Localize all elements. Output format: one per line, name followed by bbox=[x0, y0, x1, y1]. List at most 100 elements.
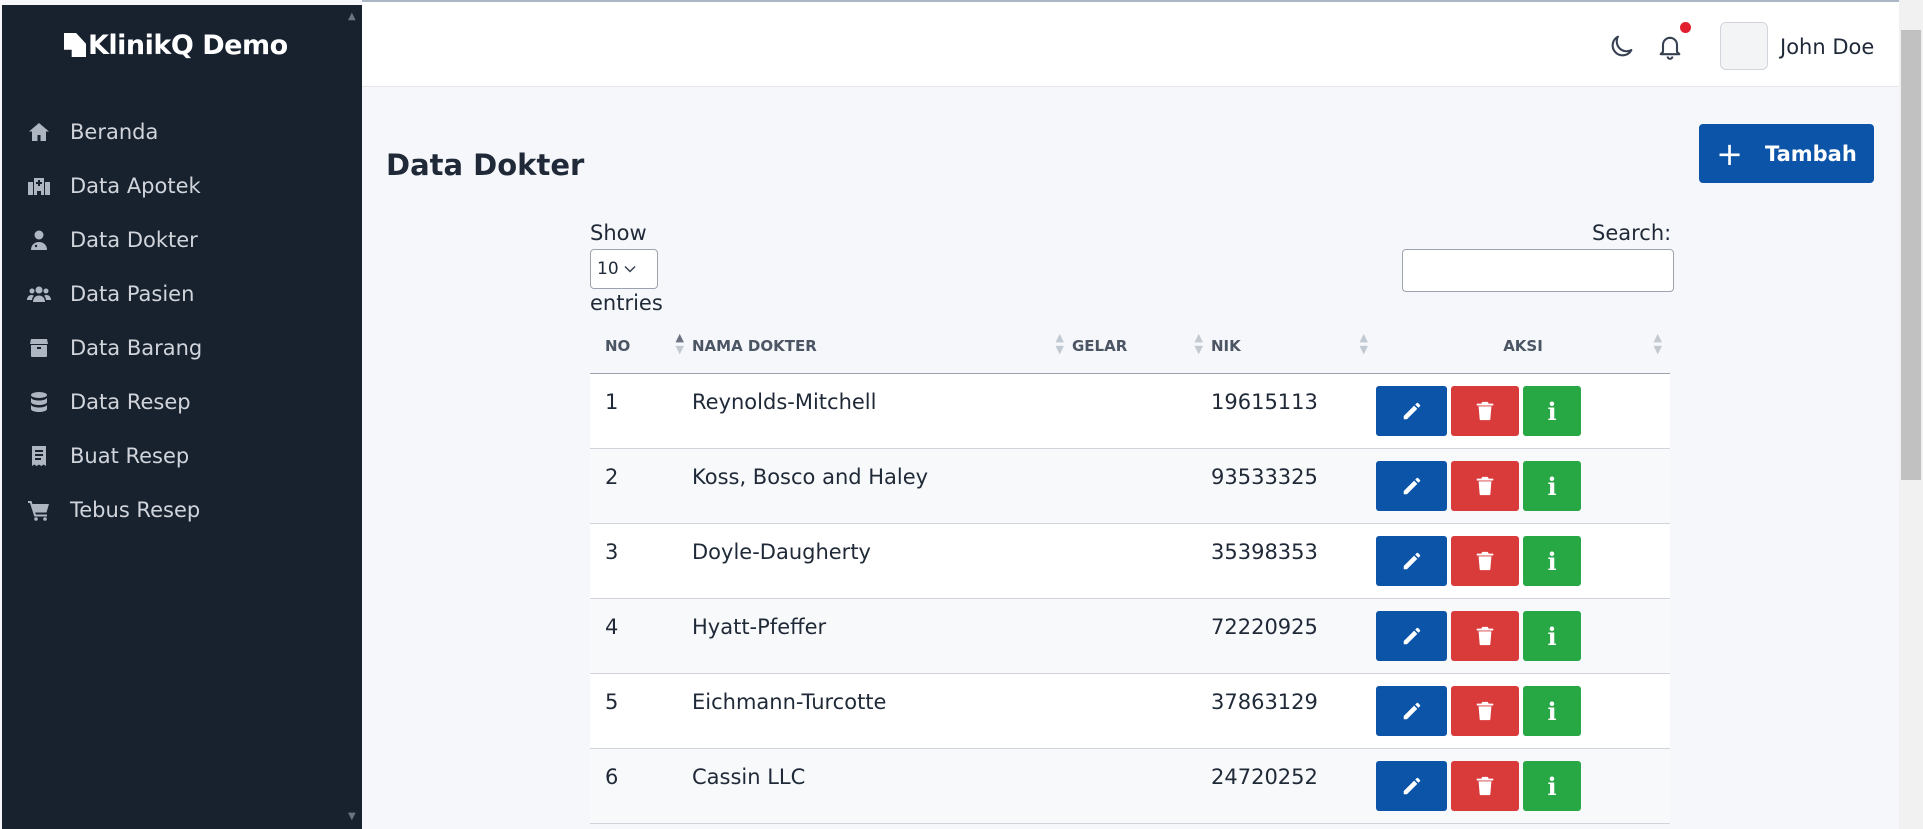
sidebar-item-label: Data Dokter bbox=[70, 228, 198, 252]
pencil-icon bbox=[1403, 702, 1420, 720]
info-icon: i bbox=[1547, 621, 1557, 651]
pencil-icon bbox=[1403, 552, 1420, 570]
info-icon: i bbox=[1547, 396, 1557, 426]
trash-icon bbox=[1476, 476, 1494, 496]
info-button[interactable]: i bbox=[1523, 761, 1581, 811]
delete-button[interactable] bbox=[1451, 686, 1519, 736]
dark-mode-toggle-moon-icon[interactable] bbox=[1608, 32, 1636, 60]
entries-select[interactable]: 10 bbox=[590, 249, 658, 289]
table-row: 5 Eichmann-Turcotte 37863129 i bbox=[590, 674, 1670, 749]
sidebar-item-data-barang[interactable]: Data Barang bbox=[2, 321, 362, 375]
info-icon: i bbox=[1547, 471, 1557, 501]
sidebar-item-buat-resep[interactable]: Buat Resep bbox=[2, 429, 362, 483]
row-actions: i bbox=[1376, 461, 1585, 511]
cell-aksi: i bbox=[1376, 449, 1670, 523]
doctors-table: NO ▲ ▼ NAMA DOKTER ▲ ▼ GELAR ▲ ▼ NIK ▲ ▼ AKS… bbox=[590, 318, 1670, 824]
sidebar-item-data-dokter[interactable]: Data Dokter bbox=[2, 213, 362, 267]
delete-button[interactable] bbox=[1451, 386, 1519, 436]
cell-nik: 35398353 bbox=[1211, 540, 1318, 564]
info-button[interactable]: i bbox=[1523, 386, 1581, 436]
search-input[interactable] bbox=[1402, 249, 1674, 292]
search-label: Search: bbox=[1592, 221, 1672, 245]
cell-aksi: i bbox=[1376, 374, 1670, 448]
cell-aksi: i bbox=[1376, 524, 1670, 598]
edit-button[interactable] bbox=[1376, 461, 1447, 511]
edit-button[interactable] bbox=[1376, 761, 1447, 811]
pencil-icon bbox=[1403, 627, 1420, 645]
delete-button[interactable] bbox=[1451, 536, 1519, 586]
sidebar-item-data-resep[interactable]: Data Resep bbox=[2, 375, 362, 429]
cell-gelar bbox=[1072, 449, 1211, 523]
cell-nama-dokter: Eichmann-Turcotte bbox=[692, 690, 887, 714]
row-actions: i bbox=[1376, 536, 1585, 586]
page-scrollbar-thumb[interactable] bbox=[1901, 30, 1921, 480]
column-header-gelar[interactable]: GELAR ▲ ▼ bbox=[1072, 318, 1211, 374]
column-header-nik[interactable]: NIK ▲ ▼ bbox=[1211, 318, 1376, 374]
sidebar: KlinikQ Demo ▲ ▼ Beranda Data Apotek Dat… bbox=[2, 5, 362, 829]
add-button[interactable]: + Tambah bbox=[1699, 124, 1874, 183]
sidebar-item-data-pasien[interactable]: Data Pasien bbox=[2, 267, 362, 321]
edit-button[interactable] bbox=[1376, 386, 1447, 436]
cell-gelar bbox=[1072, 524, 1211, 598]
trash-icon bbox=[1476, 401, 1494, 421]
receipt-icon bbox=[26, 443, 52, 469]
table-row: 2 Koss, Bosco and Haley 93533325 i bbox=[590, 449, 1670, 524]
cell-gelar bbox=[1072, 599, 1211, 673]
info-icon: i bbox=[1547, 546, 1557, 576]
cell-nik: 19615113 bbox=[1211, 390, 1318, 414]
cell-aksi: i bbox=[1376, 749, 1670, 823]
column-header-nama-dokter[interactable]: NAMA DOKTER ▲ ▼ bbox=[692, 318, 1072, 374]
hospital-icon bbox=[26, 173, 52, 199]
app-title: KlinikQ Demo bbox=[88, 29, 288, 61]
sidebar-scroll-up-icon[interactable]: ▲ bbox=[348, 11, 356, 22]
row-actions: i bbox=[1376, 761, 1585, 811]
column-header-no[interactable]: NO ▲ ▼ bbox=[590, 318, 692, 374]
delete-button[interactable] bbox=[1451, 461, 1519, 511]
avatar[interactable] bbox=[1720, 22, 1768, 70]
column-header-label: AKSI bbox=[1503, 336, 1543, 355]
cell-no: 3 bbox=[605, 540, 619, 564]
table-row: 3 Doyle-Daugherty 35398353 i bbox=[590, 524, 1670, 599]
notification-bell-icon[interactable] bbox=[1656, 32, 1684, 60]
sidebar-scroll-down-icon[interactable]: ▼ bbox=[348, 811, 356, 822]
trash-icon bbox=[1476, 776, 1494, 796]
plus-icon: + bbox=[1716, 134, 1743, 173]
database-icon bbox=[26, 389, 52, 415]
table-header: NO ▲ ▼ NAMA DOKTER ▲ ▼ GELAR ▲ ▼ NIK ▲ ▼ AKS… bbox=[590, 318, 1670, 374]
cell-nama-dokter: Hyatt-Pfeffer bbox=[692, 615, 827, 639]
cell-nama-dokter: Koss, Bosco and Haley bbox=[692, 465, 929, 489]
sort-icon: ▲ ▼ bbox=[1194, 330, 1203, 356]
edit-button[interactable] bbox=[1376, 686, 1447, 736]
entries-label: entries bbox=[590, 291, 663, 315]
sidebar-menu: Beranda Data Apotek Data Dokter Data Pas… bbox=[2, 105, 362, 537]
sidebar-item-label: Tebus Resep bbox=[70, 498, 201, 522]
column-header-aksi[interactable]: AKSI ▲ ▼ bbox=[1376, 318, 1670, 374]
trash-icon bbox=[1476, 701, 1494, 721]
row-actions: i bbox=[1376, 686, 1585, 736]
box-icon bbox=[26, 335, 52, 361]
cell-nama-dokter: Cassin LLC bbox=[692, 765, 806, 789]
sidebar-item-label: Data Resep bbox=[70, 390, 191, 414]
sidebar-item-tebus-resep[interactable]: Tebus Resep bbox=[2, 483, 362, 537]
cell-no: 6 bbox=[605, 765, 619, 789]
info-button[interactable]: i bbox=[1523, 536, 1581, 586]
info-button[interactable]: i bbox=[1523, 461, 1581, 511]
edit-button[interactable] bbox=[1376, 611, 1447, 661]
notification-dot bbox=[1680, 22, 1691, 33]
entries-select-value: 10 bbox=[597, 259, 619, 279]
sidebar-item-label: Data Barang bbox=[70, 336, 203, 360]
info-button[interactable]: i bbox=[1523, 611, 1581, 661]
sidebar-item-data-apotek[interactable]: Data Apotek bbox=[2, 159, 362, 213]
column-header-label: NIK bbox=[1211, 336, 1241, 355]
user-name[interactable]: John Doe bbox=[1780, 35, 1874, 59]
info-icon: i bbox=[1547, 771, 1557, 801]
app-logo[interactable]: KlinikQ Demo bbox=[64, 25, 288, 65]
delete-button[interactable] bbox=[1451, 761, 1519, 811]
info-button[interactable]: i bbox=[1523, 686, 1581, 736]
delete-button[interactable] bbox=[1451, 611, 1519, 661]
edit-button[interactable] bbox=[1376, 536, 1447, 586]
row-actions: i bbox=[1376, 386, 1585, 436]
sidebar-item-beranda[interactable]: Beranda bbox=[2, 105, 362, 159]
pencil-icon bbox=[1403, 477, 1420, 495]
sort-icon: ▲ ▼ bbox=[1359, 330, 1368, 356]
